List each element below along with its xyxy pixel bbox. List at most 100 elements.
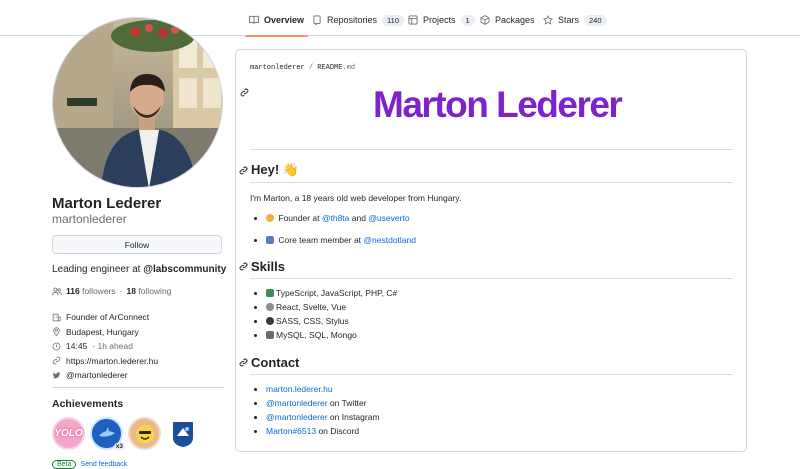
- list-item: Core team member at @nestdotland: [266, 235, 416, 249]
- tab-repositories[interactable]: Repositories 110: [312, 8, 404, 32]
- pull-shark-badge[interactable]: x3: [90, 417, 125, 450]
- contact-list: marton.lederer.hu @martonlederer on Twit…: [266, 384, 380, 440]
- heading-hey: Hey! 👋: [239, 162, 299, 178]
- send-feedback-link[interactable]: Send feedback: [80, 461, 127, 468]
- tab-label: Repositories: [327, 15, 378, 25]
- database-icon: [266, 331, 274, 339]
- bio-text: Leading engineer at: [52, 264, 144, 275]
- count-badge: 110: [382, 14, 404, 26]
- rocket-icon: [266, 214, 274, 222]
- badge-multiplier: x3: [113, 443, 125, 450]
- tab-stars[interactable]: Stars 240: [543, 8, 607, 32]
- detail-website[interactable]: https://marton.lederer.hu: [52, 354, 158, 369]
- detail-text: 14:45: [66, 341, 88, 352]
- contact-link[interactable]: marton.lederer.hu: [266, 384, 333, 394]
- beta-label: Beta: [52, 460, 77, 469]
- role-prefix: Core team member at: [278, 235, 364, 245]
- separator-dot: ·: [119, 286, 123, 296]
- crumb-file: README: [317, 64, 343, 72]
- contact-link[interactable]: @martonlederer: [266, 412, 328, 422]
- detail-twitter[interactable]: @martonlederer: [52, 368, 158, 383]
- list-item: MySQL, SQL, Mongo: [266, 330, 397, 344]
- time-offset: - 1h ahead: [92, 341, 133, 352]
- people-icon: [52, 287, 62, 295]
- graduation-cap-icon: [266, 317, 274, 325]
- quickdraw-badge[interactable]: [128, 417, 161, 450]
- location-icon: [53, 327, 60, 337]
- tab-overview[interactable]: Overview: [244, 8, 309, 37]
- follow-stats: 116 followers · 18 following: [52, 286, 171, 296]
- contact-suffix: on Twitter: [327, 398, 367, 408]
- following-link[interactable]: 18 following: [126, 286, 171, 296]
- follow-button[interactable]: Follow: [52, 235, 222, 254]
- anchor-link-icon[interactable]: [239, 358, 248, 367]
- table-icon: [408, 15, 418, 25]
- readme-rule: [250, 149, 733, 150]
- skill-text: MySQL, SQL, Mongo: [276, 330, 357, 340]
- skill-text: React, Svelte, Vue: [276, 302, 347, 312]
- list-item: Founder at @th8ta and @useverto: [266, 213, 416, 235]
- people-icon: [266, 236, 274, 244]
- detail-text: Founder of ArConnect: [66, 312, 150, 323]
- following-label: following: [138, 286, 172, 296]
- heading-rule: [250, 278, 733, 279]
- yolo-badge[interactable]: YOLO: [52, 417, 85, 450]
- face-icon: [135, 424, 154, 443]
- followers-count: 116: [66, 286, 80, 296]
- org-link[interactable]: @th8ta: [322, 213, 350, 223]
- anchor-link-icon[interactable]: [240, 88, 249, 97]
- avatar[interactable]: [52, 17, 223, 188]
- skill-text: SASS, CSS, Stylus: [276, 316, 349, 326]
- profile-login: martonlederer: [52, 212, 127, 226]
- tab-packages[interactable]: Packages: [480, 8, 535, 32]
- contact-link[interactable]: Marton#6513: [266, 426, 316, 436]
- website-link[interactable]: https://marton.lederer.hu: [66, 356, 158, 366]
- roles-list: Founder at @th8ta and @useverto Core tea…: [266, 213, 416, 249]
- profile-bio: Leading engineer at @labscommunity: [52, 264, 226, 275]
- twitter-handle[interactable]: @martonlederer: [66, 370, 128, 380]
- detail-location: Budapest, Hungary: [52, 325, 158, 340]
- contact-link[interactable]: @martonlederer: [266, 398, 328, 408]
- star-icon: [543, 15, 553, 25]
- detail-localtime: 14:45 - 1h ahead: [52, 339, 158, 354]
- heading-text: Contact: [251, 355, 300, 370]
- profile-name: Marton Lederer: [52, 195, 162, 212]
- book-icon: [249, 15, 259, 24]
- heading-rule: [250, 374, 733, 375]
- tab-label: Projects: [423, 15, 456, 25]
- heading-contact: Contact: [239, 355, 299, 370]
- followers-link[interactable]: 116 followers: [66, 286, 116, 296]
- package-icon: [480, 15, 490, 25]
- detail-text: Budapest, Hungary: [66, 326, 139, 337]
- followers-label: followers: [82, 286, 116, 296]
- arctic-code-vault-badge[interactable]: [166, 417, 199, 450]
- clock-icon: [52, 342, 61, 351]
- sidebar-divider: [52, 387, 224, 388]
- anchor-link-icon[interactable]: [239, 262, 248, 271]
- list-item: SASS, CSS, Stylus: [266, 316, 397, 330]
- heading-rule: [250, 182, 733, 183]
- skills-list: TypeScript, JavaScript, PHP, C# React, S…: [266, 288, 397, 344]
- tab-label: Stars: [558, 15, 580, 25]
- org-link[interactable]: @useverto: [368, 213, 409, 223]
- computer-icon: [266, 289, 274, 297]
- crumb-separator: /: [308, 64, 314, 72]
- list-item: marton.lederer.hu: [266, 384, 380, 398]
- tab-projects[interactable]: Projects 1: [408, 8, 475, 32]
- achievement-badges: YOLO x3: [52, 417, 199, 450]
- list-item: Marton#6513 on Discord: [266, 426, 380, 440]
- twitter-icon: [52, 372, 61, 379]
- role-prefix: Founder at: [278, 213, 322, 223]
- heading-skills: Skills: [239, 259, 285, 274]
- crumb-owner-link[interactable]: martonlederer: [250, 64, 305, 72]
- following-count: 18: [126, 286, 136, 296]
- count-badge: 240: [584, 14, 607, 26]
- avatar-photo: [53, 18, 222, 187]
- profile-details: Founder of ArConnect Budapest, Hungary 1…: [52, 310, 158, 383]
- bio-org-link[interactable]: @labscommunity: [143, 264, 226, 275]
- heading-text: Skills: [251, 259, 285, 274]
- org-link[interactable]: @nestdotland: [363, 235, 416, 245]
- crumb-ext: .md: [342, 64, 356, 72]
- contact-suffix: on Instagram: [327, 412, 380, 422]
- anchor-link-icon[interactable]: [239, 166, 248, 175]
